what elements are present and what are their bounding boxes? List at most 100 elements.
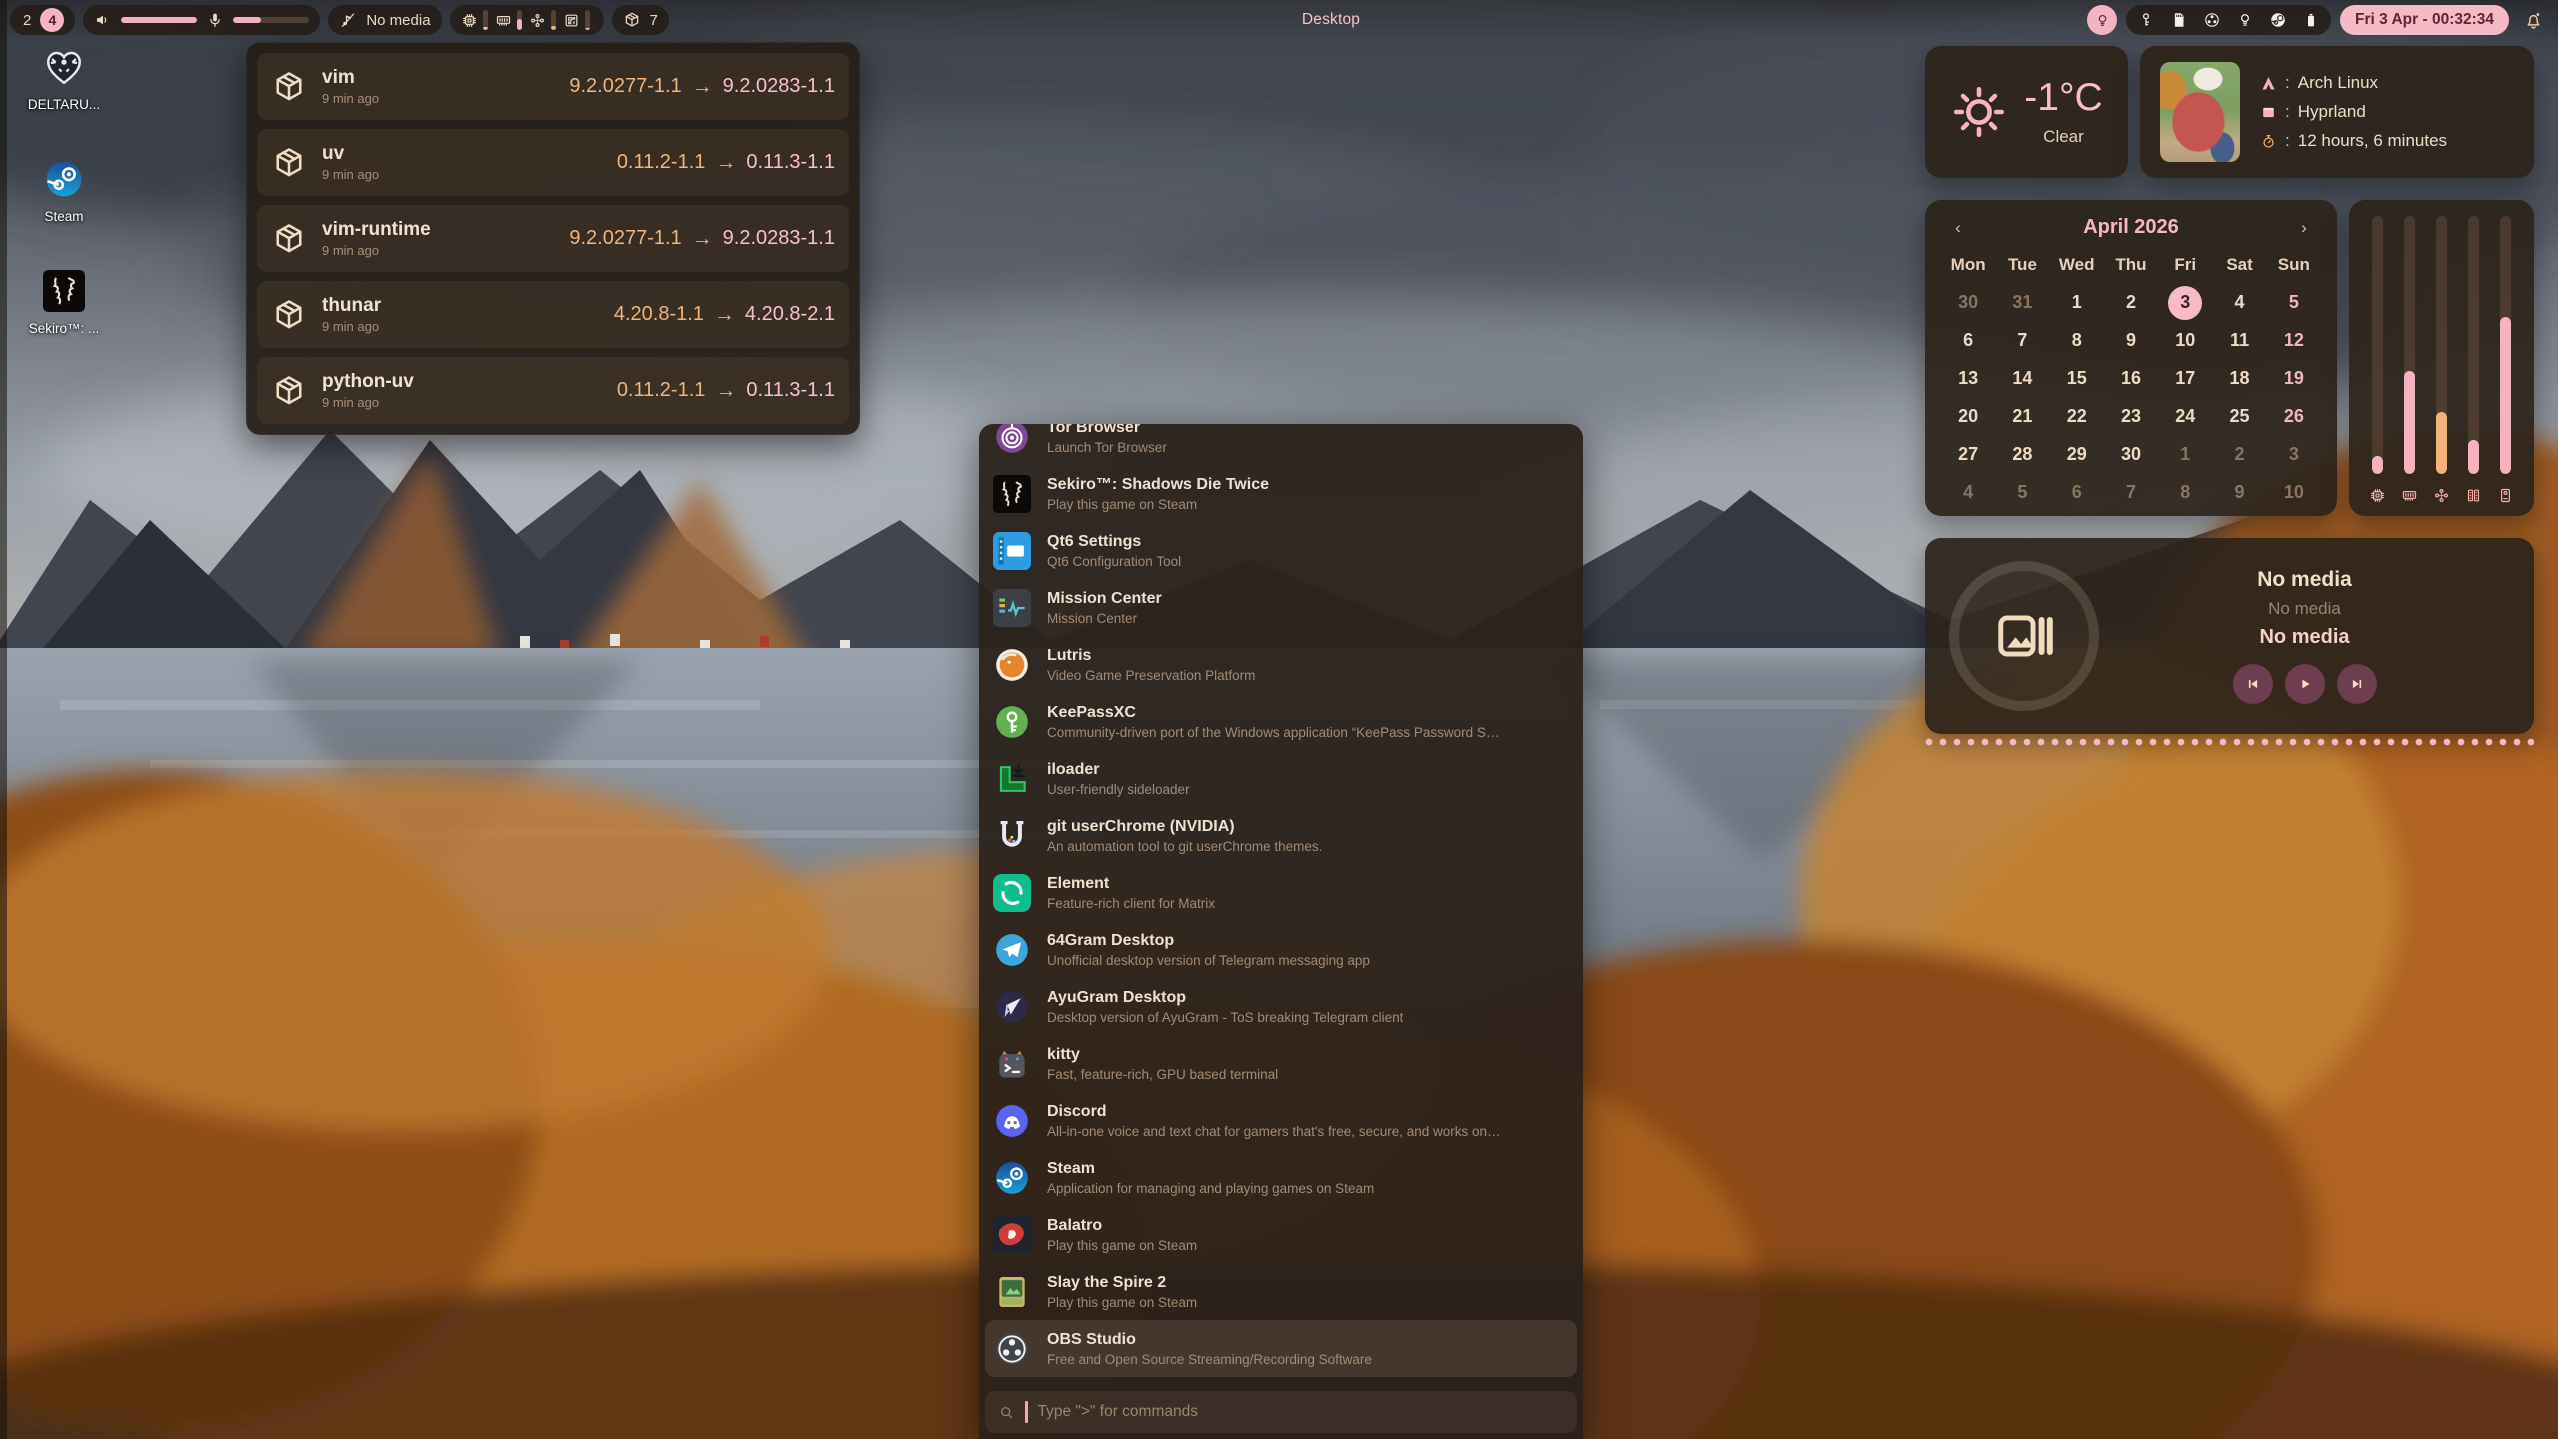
calendar-day[interactable]: 4	[2212, 284, 2266, 321]
calendar-day[interactable]: 8	[2050, 322, 2104, 359]
launcher-item-iloader[interactable]: iloader User-friendly sideloader	[985, 750, 1577, 807]
calendar-day[interactable]: 1	[2050, 284, 2104, 321]
launcher-item-balatro[interactable]: Balatro Play this game on Steam	[985, 1206, 1577, 1263]
steam-tray-icon[interactable]	[2269, 11, 2287, 29]
calendar-day[interactable]: 19	[2267, 360, 2321, 397]
calendar-day[interactable]: 31	[1995, 284, 2049, 321]
calendar-day[interactable]: 9	[2212, 474, 2266, 511]
calendar-day[interactable]: 28	[1995, 436, 2049, 473]
workspace-2[interactable]: 2	[21, 12, 33, 29]
calendar-day[interactable]: 23	[2104, 398, 2158, 435]
speaker-icon[interactable]	[94, 11, 112, 29]
calendar-day[interactable]: 15	[2050, 360, 2104, 397]
calendar-day[interactable]: 17	[2158, 360, 2212, 397]
calendar-day[interactable]: 22	[2050, 398, 2104, 435]
calendar-day[interactable]: 21	[1995, 398, 2049, 435]
calendar-next-button[interactable]: ›	[2291, 218, 2317, 238]
launcher-item-kitty[interactable]: kitty Fast, feature-rich, GPU based term…	[985, 1035, 1577, 1092]
color-picker-button[interactable]	[2087, 5, 2117, 35]
calendar-day[interactable]: 16	[2104, 360, 2158, 397]
app-name: Slay the Spire 2	[1047, 1273, 1197, 1292]
desktop-icon-steam[interactable]: Steam	[8, 158, 120, 224]
calendar-day[interactable]: 3	[2267, 436, 2321, 473]
workspace-4-active[interactable]: 4	[40, 8, 64, 32]
calendar-day[interactable]: 5	[2267, 284, 2321, 321]
notifications-button[interactable]	[2518, 5, 2548, 35]
calendar-day[interactable]: 4	[1941, 474, 1995, 511]
launcher-item-mission-center[interactable]: Mission Center Mission Center	[985, 579, 1577, 636]
launcher-item-keepassxc[interactable]: KeePassXC Community-driven port of the W…	[985, 693, 1577, 750]
calendar-day[interactable]: 1	[2158, 436, 2212, 473]
desktop-icon-deltaru[interactable]: DELTARU...	[8, 46, 120, 112]
calendar-day[interactable]: 5	[1995, 474, 2049, 511]
clock[interactable]: Fri 3 Apr - 00:32:34	[2340, 5, 2509, 35]
sdcard-tray-icon[interactable]	[2170, 11, 2188, 29]
launcher-item-discord[interactable]: Discord All-in-one voice and text chat f…	[985, 1092, 1577, 1149]
calendar-day[interactable]: 18	[2212, 360, 2266, 397]
calendar-day[interactable]: 25	[2212, 398, 2266, 435]
calendar-day[interactable]: 14	[1995, 360, 2049, 397]
calendar-day[interactable]: 2	[2212, 436, 2266, 473]
launcher-item-sekiro-shadows-die-twice[interactable]: Sekiro™: Shadows Die Twice Play this gam…	[985, 465, 1577, 522]
calendar-day[interactable]: 9	[2104, 322, 2158, 359]
update-row-python-uv[interactable]: python-uv 9 min ago 0.11.2-1.1→0.11.3-1.…	[257, 357, 849, 424]
previous-track-button[interactable]	[2233, 664, 2273, 704]
launcher-item-64gram-desktop[interactable]: 64Gram Desktop Unofficial desktop versio…	[985, 921, 1577, 978]
launcher-item-lutris[interactable]: Lutris Video Game Preservation Platform	[985, 636, 1577, 693]
package-name: python-uv	[322, 371, 414, 393]
desktop-icon-sekiro[interactable]: Sekiro™: ...	[8, 270, 120, 336]
update-row-vim-runtime[interactable]: vim-runtime 9 min ago 9.2.0277-1.1→9.2.0…	[257, 205, 849, 272]
calendar-day[interactable]: 30	[2104, 436, 2158, 473]
play-icon	[2296, 675, 2314, 693]
calendar-day[interactable]: 8	[2158, 474, 2212, 511]
calendar-day[interactable]: 26	[2267, 398, 2321, 435]
calendar-prev-button[interactable]: ‹	[1945, 218, 1971, 238]
calendar-day[interactable]: 30	[1941, 284, 1995, 321]
packages-pill[interactable]: 7	[612, 5, 669, 35]
launcher-item-tor-browser[interactable]: Tor Browser Launch Tor Browser	[985, 424, 1577, 465]
launcher-item-element[interactable]: Element Feature-rich client for Matrix	[985, 864, 1577, 921]
calendar-day[interactable]: 20	[1941, 398, 1995, 435]
calendar-day[interactable]: 13	[1941, 360, 1995, 397]
bulb-tray-icon[interactable]	[2236, 11, 2254, 29]
update-row-vim[interactable]: vim 9 min ago 9.2.0277-1.1→9.2.0283-1.1	[257, 53, 849, 120]
cpu-icon	[461, 12, 478, 29]
version-change: 4.20.8-1.1→4.20.8-2.1	[614, 303, 835, 327]
battery-tray-icon[interactable]	[2302, 11, 2320, 29]
calendar-day-selected[interactable]: 3	[2158, 284, 2212, 321]
calendar-day[interactable]: 27	[1941, 436, 1995, 473]
calendar-day[interactable]: 10	[2158, 322, 2212, 359]
next-track-button[interactable]	[2337, 664, 2377, 704]
update-row-uv[interactable]: uv 9 min ago 0.11.2-1.1→0.11.3-1.1	[257, 129, 849, 196]
weather-condition: Clear	[2024, 127, 2102, 147]
calendar-day[interactable]: 6	[2050, 474, 2104, 511]
media-pill[interactable]: No media	[328, 5, 441, 35]
calendar-day[interactable]: 24	[2158, 398, 2212, 435]
system-monitors-pill[interactable]	[450, 5, 604, 35]
calendar-day[interactable]: 12	[2267, 322, 2321, 359]
launcher-item-steam[interactable]: Steam Application for managing and playi…	[985, 1149, 1577, 1206]
calendar-day[interactable]: 7	[2104, 474, 2158, 511]
mic-slider[interactable]	[233, 17, 309, 23]
calendar-day[interactable]: 11	[2212, 322, 2266, 359]
volume-slider[interactable]	[121, 17, 197, 23]
launcher-item-slay-the-spire-2[interactable]: Slay the Spire 2 Play this game on Steam	[985, 1263, 1577, 1320]
launcher-item-obs-studio[interactable]: OBS Studio Free and Open Source Streamin…	[985, 1320, 1577, 1377]
calendar-day[interactable]: 10	[2267, 474, 2321, 511]
microphone-icon[interactable]	[206, 11, 224, 29]
launcher-item-ayugram-desktop[interactable]: AyuGram Desktop Desktop version of AyuGr…	[985, 978, 1577, 1035]
update-row-thunar[interactable]: thunar 9 min ago 4.20.8-1.1→4.20.8-2.1	[257, 281, 849, 348]
keepassxc-tray-icon[interactable]	[2137, 11, 2155, 29]
calendar-day[interactable]: 6	[1941, 322, 1995, 359]
calendar-day[interactable]: 2	[2104, 284, 2158, 321]
app-description: Play this game on Steam	[1047, 497, 1269, 512]
os-name: Arch Linux	[2298, 73, 2378, 93]
obs-tray-icon[interactable]	[2203, 11, 2221, 29]
calendar-day[interactable]: 7	[1995, 322, 2049, 359]
calendar-day[interactable]: 29	[2050, 436, 2104, 473]
launcher-item-git-userchrome-nvidia[interactable]: git userChrome (NVIDIA) An automation to…	[985, 807, 1577, 864]
launcher-search-input[interactable]: Type ">" for commands	[985, 1391, 1577, 1433]
play-button[interactable]	[2285, 664, 2325, 704]
launcher-item-qt6-settings[interactable]: Qt6 Settings Qt6 Configuration Tool	[985, 522, 1577, 579]
package-icon	[271, 221, 307, 257]
